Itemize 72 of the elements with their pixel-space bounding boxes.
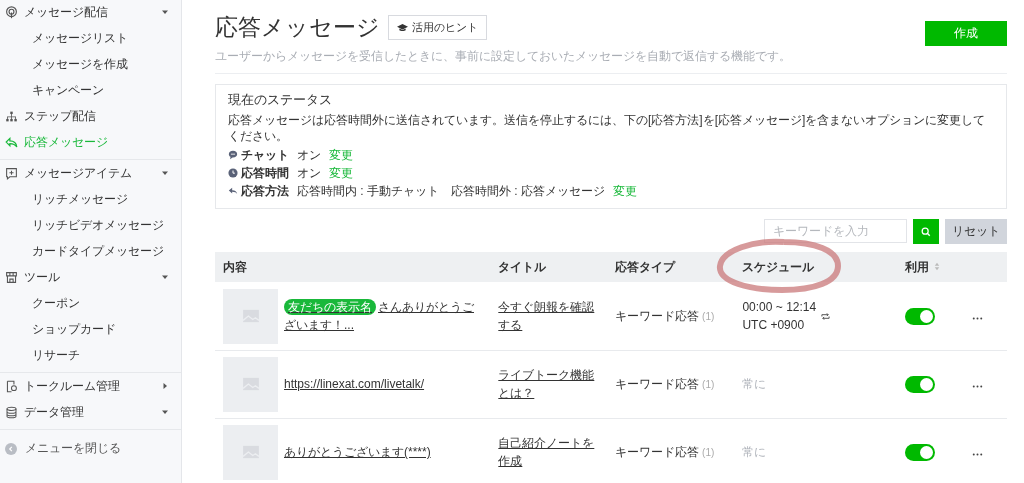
chevron-left-icon [5,442,17,455]
response-type: キーワード応答 [614,308,699,323]
enable-toggle[interactable] [904,375,935,393]
sidebar-subitem[interactable]: リッチメッセージ [0,186,181,212]
more-options-icon[interactable] [971,317,983,321]
status-label: 応答方法 [241,182,289,200]
column-header: 応答タイプ [614,259,675,274]
search-button[interactable] [913,219,939,245]
status-value: オン [297,164,321,182]
keyword-count: (1) [702,310,715,322]
reply-arrow-icon [228,186,238,197]
page-description: ユーザーからメッセージを受信したときに、事前に設定しておいたメッセージを自動で返信する機能です。 [215,48,791,65]
sidebar-item[interactable]: メッセージ配信 [0,0,181,25]
schedule-time: 00:00 ~ 12:14 UTC +0900 [742,299,817,335]
clock-icon [228,168,238,179]
tree-icon [5,109,18,123]
broadcast-icon [5,5,18,19]
sidebar-subitem[interactable]: カードタイプメッセージ [0,238,181,264]
schedule-text: 常に [742,376,767,391]
reply-icon [5,135,18,149]
title-link[interactable]: 今すぐ朗報を確認する [498,297,599,335]
sidebar-item[interactable]: データ管理 [0,399,181,425]
title-link[interactable]: ライブトーク機能とは？ [498,365,599,403]
enable-toggle[interactable] [904,443,935,461]
db-icon [5,405,18,419]
title-link[interactable]: 自己紹介ノートを作成 [498,433,599,471]
message-content-link[interactable]: ありがとうございます(****) [284,443,431,462]
reset-button[interactable]: リセット [945,219,1007,245]
schedule-text: 常に [742,444,767,459]
enable-toggle[interactable] [904,307,935,325]
response-type: キーワード応答 [614,444,699,459]
column-header: スケジュール [742,259,815,274]
sidebar-subitem[interactable]: メッセージを作成 [0,51,181,77]
sidebar-subitem[interactable]: リサーチ [0,342,181,368]
search-icon [921,226,931,237]
status-label: チャット [241,146,289,164]
keyword-field[interactable]: キーワードを入力 [764,219,907,244]
sort-icon[interactable] [933,261,940,271]
more-options-icon[interactable] [971,385,983,389]
store-icon [5,270,18,284]
response-type: キーワード応答 [614,376,699,391]
page-title: 応答メッセージ [215,13,380,42]
chat-bubble-icon [228,150,238,161]
message-content-link[interactable]: https://linexat.com/livetalk/ [284,375,425,394]
sidebar-item[interactable]: ツール [0,264,181,290]
status-title: 現在のステータス [228,91,333,109]
sidebar-subitem[interactable]: メッセージリスト [0,25,181,51]
repeat-icon [820,311,832,321]
column-header: 内容 [223,259,247,274]
graduation-cap-icon [397,23,408,32]
message-content-link[interactable]: 友だちの表示名 さんありがとうございます！... [284,297,483,335]
sidebar-item[interactable]: メッセージアイテム [0,160,181,186]
status-value: オン [297,146,321,164]
collapse-menu-link[interactable]: メニューを閉じる [0,430,181,467]
more-options-icon[interactable] [971,453,983,457]
column-header: 利用 [904,259,929,274]
plusbox-icon [5,166,18,180]
sidebar-subitem[interactable]: ショップカード [0,316,181,342]
keyword-count: (1) [702,446,715,458]
room-icon [5,379,18,393]
status-value: 応答時間内 : 手動チャット 応答時間外 : 応答メッセージ [297,182,605,200]
column-header: タイトル [498,259,547,274]
status-message: 応答メッセージは応答時間外に送信されています。送信を停止するには、下の[応答方法]を[応答メッセージ]を含まないオプションに変更してください。 [228,112,987,145]
hint-button[interactable]: 活用のヒント [388,15,487,40]
keyword-count: (1) [702,378,715,390]
sidebar-item[interactable]: トークルーム管理 [0,373,181,399]
sidebar-subitem[interactable]: キャンペーン [0,77,181,103]
sidebar-item[interactable]: ステップ配信 [0,103,181,129]
status-label: 応答時間 [241,164,289,182]
sidebar-subitem[interactable]: クーポン [0,290,181,316]
display-name-tag: 友だちの表示名 [284,298,376,315]
sidebar-subitem[interactable]: リッチビデオメッセージ [0,212,181,238]
